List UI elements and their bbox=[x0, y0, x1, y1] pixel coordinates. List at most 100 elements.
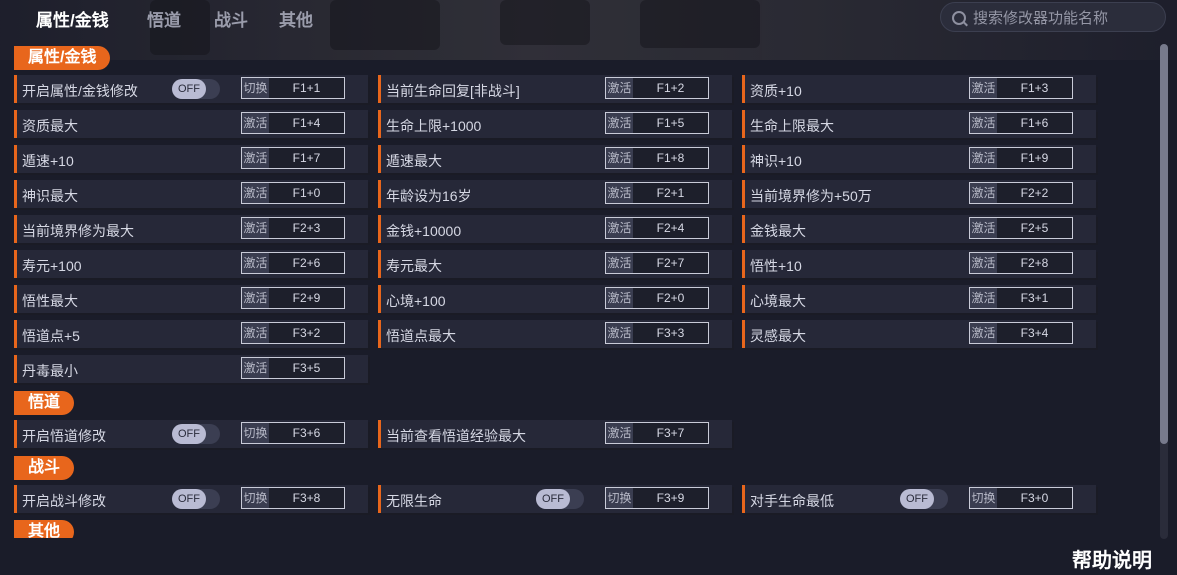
tab-wudao[interactable]: 悟道 bbox=[147, 6, 181, 31]
action-label: 激活 bbox=[970, 78, 997, 98]
feature-label: 当前境界修为最大 bbox=[22, 223, 134, 239]
feature-row: 无限生命 OFF 切换 F3+9 bbox=[378, 485, 732, 513]
feature-row: 灵感最大 激活 F3+4 bbox=[742, 320, 1096, 348]
hotkey-label: F2+7 bbox=[633, 253, 708, 273]
hotkey-button[interactable]: 激活 F2+0 bbox=[605, 287, 709, 309]
hotkey-button[interactable]: 激活 F2+8 bbox=[969, 252, 1073, 274]
hotkey-label: F2+5 bbox=[997, 218, 1072, 238]
toggle-state: OFF bbox=[900, 489, 934, 509]
action-label: 激活 bbox=[970, 113, 997, 133]
action-label: 激活 bbox=[606, 183, 633, 203]
tab-attributes-money[interactable]: 属性/金钱 bbox=[36, 6, 109, 31]
hotkey-label: F2+1 bbox=[633, 183, 708, 203]
hotkey-label: F1+9 bbox=[997, 148, 1072, 168]
hotkey-label: F1+1 bbox=[269, 78, 344, 98]
action-label: 切换 bbox=[242, 78, 269, 98]
action-label: 激活 bbox=[606, 253, 633, 273]
feature-label: 遁速+10 bbox=[22, 153, 74, 169]
hotkey-label: F3+5 bbox=[269, 358, 344, 378]
hotkey-button[interactable]: 激活 F1+6 bbox=[969, 112, 1073, 134]
hotkey-button[interactable]: 切换 F3+8 bbox=[241, 487, 345, 509]
action-label: 激活 bbox=[242, 323, 269, 343]
hotkey-button[interactable]: 激活 F1+9 bbox=[969, 147, 1073, 169]
toggle-switch[interactable]: OFF bbox=[900, 489, 948, 509]
hotkey-button[interactable]: 切换 F1+1 bbox=[241, 77, 345, 99]
hotkey-button[interactable]: 激活 F2+1 bbox=[605, 182, 709, 204]
hotkey-button[interactable]: 激活 F2+3 bbox=[241, 217, 345, 239]
hotkey-button[interactable]: 激活 F1+8 bbox=[605, 147, 709, 169]
feature-label: 灵感最大 bbox=[750, 328, 806, 344]
hotkey-button[interactable]: 激活 F2+5 bbox=[969, 217, 1073, 239]
search-input[interactable] bbox=[971, 6, 1161, 30]
action-label: 激活 bbox=[606, 218, 633, 238]
hotkey-button[interactable]: 激活 F3+3 bbox=[605, 322, 709, 344]
feature-row: 资质最大 激活 F1+4 bbox=[14, 110, 368, 138]
action-label: 激活 bbox=[606, 323, 633, 343]
feature-list: 属性/金钱 开启属性/金钱修改 OFF 切换 F1+1 当前生命回复[非战斗] 激… bbox=[0, 40, 1156, 538]
feature-label: 悟道点最大 bbox=[386, 328, 456, 344]
hotkey-button[interactable]: 切换 F3+9 bbox=[605, 487, 709, 509]
scrollbar[interactable] bbox=[1160, 44, 1168, 539]
hotkey-button[interactable]: 切换 F3+0 bbox=[969, 487, 1073, 509]
action-label: 切换 bbox=[606, 488, 633, 508]
feature-row: 遁速+10 激活 F1+7 bbox=[14, 145, 368, 173]
feature-row: 当前生命回复[非战斗] 激活 F1+2 bbox=[378, 75, 732, 103]
action-label: 激活 bbox=[242, 358, 269, 378]
feature-row: 金钱+10000 激活 F2+4 bbox=[378, 215, 732, 243]
hotkey-button[interactable]: 激活 F1+5 bbox=[605, 112, 709, 134]
action-label: 激活 bbox=[242, 253, 269, 273]
tab-other[interactable]: 其他 bbox=[279, 6, 313, 31]
hotkey-button[interactable]: 激活 F1+4 bbox=[241, 112, 345, 134]
feature-row: 开启悟道修改 OFF 切换 F3+6 bbox=[14, 420, 368, 448]
action-label: 激活 bbox=[606, 113, 633, 133]
hotkey-label: F2+8 bbox=[997, 253, 1072, 273]
action-label: 激活 bbox=[606, 423, 633, 443]
hotkey-button[interactable]: 激活 F1+3 bbox=[969, 77, 1073, 99]
feature-label: 当前境界修为+50万 bbox=[750, 188, 872, 204]
toggle-state: OFF bbox=[172, 424, 206, 444]
feature-label: 对手生命最低 bbox=[750, 493, 834, 509]
hotkey-button[interactable]: 激活 F3+1 bbox=[969, 287, 1073, 309]
toggle-switch[interactable]: OFF bbox=[172, 489, 220, 509]
feature-row: 遁速最大 激活 F1+8 bbox=[378, 145, 732, 173]
feature-label: 寿元+100 bbox=[22, 258, 82, 274]
search-box[interactable] bbox=[940, 2, 1166, 32]
feature-row: 生命上限最大 激活 F1+6 bbox=[742, 110, 1096, 138]
hotkey-button[interactable]: 切换 F3+6 bbox=[241, 422, 345, 444]
hotkey-button[interactable]: 激活 F2+9 bbox=[241, 287, 345, 309]
hotkey-label: F2+3 bbox=[269, 218, 344, 238]
feature-row: 当前查看悟道经验最大 激活 F3+7 bbox=[378, 420, 732, 448]
feature-row: 心境最大 激活 F3+1 bbox=[742, 285, 1096, 313]
hotkey-button[interactable]: 激活 F1+0 bbox=[241, 182, 345, 204]
hotkey-button[interactable]: 激活 F3+5 bbox=[241, 357, 345, 379]
tab-combat[interactable]: 战斗 bbox=[214, 6, 248, 31]
hotkey-button[interactable]: 激活 F2+4 bbox=[605, 217, 709, 239]
hotkey-button[interactable]: 激活 F3+4 bbox=[969, 322, 1073, 344]
toggle-switch[interactable]: OFF bbox=[536, 489, 584, 509]
toggle-switch[interactable]: OFF bbox=[172, 79, 220, 99]
scrollbar-thumb[interactable] bbox=[1160, 44, 1168, 444]
help-button[interactable]: 帮助说明 bbox=[1072, 544, 1152, 573]
hotkey-button[interactable]: 激活 F2+2 bbox=[969, 182, 1073, 204]
hotkey-button[interactable]: 激活 F2+7 bbox=[605, 252, 709, 274]
feature-label: 当前查看悟道经验最大 bbox=[386, 428, 526, 444]
feature-label: 神识+10 bbox=[750, 153, 802, 169]
hotkey-label: F2+0 bbox=[633, 288, 708, 308]
feature-row: 悟性最大 激活 F2+9 bbox=[14, 285, 368, 313]
feature-label: 开启悟道修改 bbox=[22, 428, 106, 444]
feature-row: 开启属性/金钱修改 OFF 切换 F1+1 bbox=[14, 75, 368, 103]
hotkey-button[interactable]: 激活 F1+2 bbox=[605, 77, 709, 99]
feature-row: 悟性+10 激活 F2+8 bbox=[742, 250, 1096, 278]
action-label: 激活 bbox=[970, 288, 997, 308]
hotkey-label: F3+4 bbox=[997, 323, 1072, 343]
section-title-wudao: 悟道 bbox=[14, 391, 75, 415]
hotkey-button[interactable]: 激活 F3+2 bbox=[241, 322, 345, 344]
hotkey-button[interactable]: 激活 F1+7 bbox=[241, 147, 345, 169]
hotkey-button[interactable]: 激活 F3+7 bbox=[605, 422, 709, 444]
toggle-switch[interactable]: OFF bbox=[172, 424, 220, 444]
action-label: 激活 bbox=[606, 148, 633, 168]
feature-row: 寿元最大 激活 F2+7 bbox=[378, 250, 732, 278]
hotkey-label: F3+7 bbox=[633, 423, 708, 443]
hotkey-button[interactable]: 激活 F2+6 bbox=[241, 252, 345, 274]
hotkey-label: F3+8 bbox=[269, 488, 344, 508]
